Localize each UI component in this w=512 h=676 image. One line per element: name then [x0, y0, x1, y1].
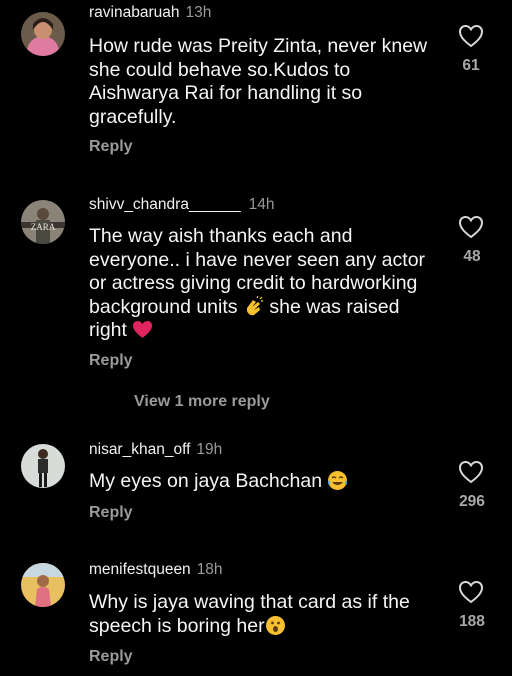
avatar[interactable]: [21, 444, 65, 488]
timestamp: 19h: [196, 441, 223, 458]
comment-text: My eyes on jaya Bachchan: [89, 470, 439, 494]
avatar[interactable]: ZARA: [21, 200, 65, 244]
username[interactable]: menifestqueen: [89, 561, 191, 578]
reply-button[interactable]: Reply: [89, 138, 133, 156]
comment-meta: ravinabaruah 13h: [89, 4, 211, 22]
comment-meta: menifestqueen 18h: [89, 561, 223, 579]
comment-meta: shivv_chandra______ 14h: [89, 196, 275, 214]
avatar[interactable]: [21, 12, 65, 56]
like-count: 48: [463, 248, 481, 265]
username[interactable]: nisar_khan_off: [89, 441, 190, 458]
timestamp: 18h: [196, 561, 223, 578]
username[interactable]: ravinabaruah: [89, 4, 179, 21]
text-line: The way aish thanks each and: [89, 225, 353, 247]
red-heart-emoji: [132, 319, 153, 340]
timestamp: 13h: [185, 4, 212, 21]
tears-of-joy-emoji: [327, 470, 348, 491]
like-count: 296: [459, 493, 485, 510]
reply-button[interactable]: Reply: [89, 648, 133, 666]
heart-outline-icon[interactable]: [458, 24, 486, 48]
comment-text: How rude was Preity Zinta, never knew sh…: [89, 35, 428, 128]
text-line: everyone.. i have never seen any actor: [89, 248, 426, 271]
svg-text:ZARA: ZARA: [31, 222, 56, 232]
view-more-replies[interactable]: View 1 more reply: [134, 393, 270, 411]
like-count: 188: [459, 613, 485, 630]
avatar[interactable]: [21, 563, 65, 607]
username[interactable]: shivv_chandra______: [89, 196, 241, 213]
like-count: 61: [462, 57, 480, 74]
text-line: background units she was raised: [89, 295, 400, 318]
reply-button[interactable]: Reply: [89, 352, 133, 370]
comment-text: Why is jaya waving that card as if the s…: [89, 591, 439, 638]
comment-text: The way aish thanks each and everyone.. …: [89, 225, 439, 343]
heart-outline-icon[interactable]: [458, 215, 486, 239]
heart-outline-icon[interactable]: [458, 580, 486, 604]
surprised-face-emoji: [265, 615, 286, 636]
heart-outline-icon[interactable]: [458, 460, 486, 484]
reply-button[interactable]: Reply: [89, 504, 133, 522]
text-line: Why is jaya waving that card as if the: [89, 591, 410, 613]
text-line: speech is boring her: [89, 615, 439, 639]
clapping-hands-emoji: [243, 295, 264, 317]
text-line: or actress giving credit to hardworking: [89, 272, 418, 294]
text-line: right: [89, 319, 439, 343]
comment-meta: nisar_khan_off 19h: [89, 441, 222, 459]
timestamp: 14h: [248, 196, 275, 213]
